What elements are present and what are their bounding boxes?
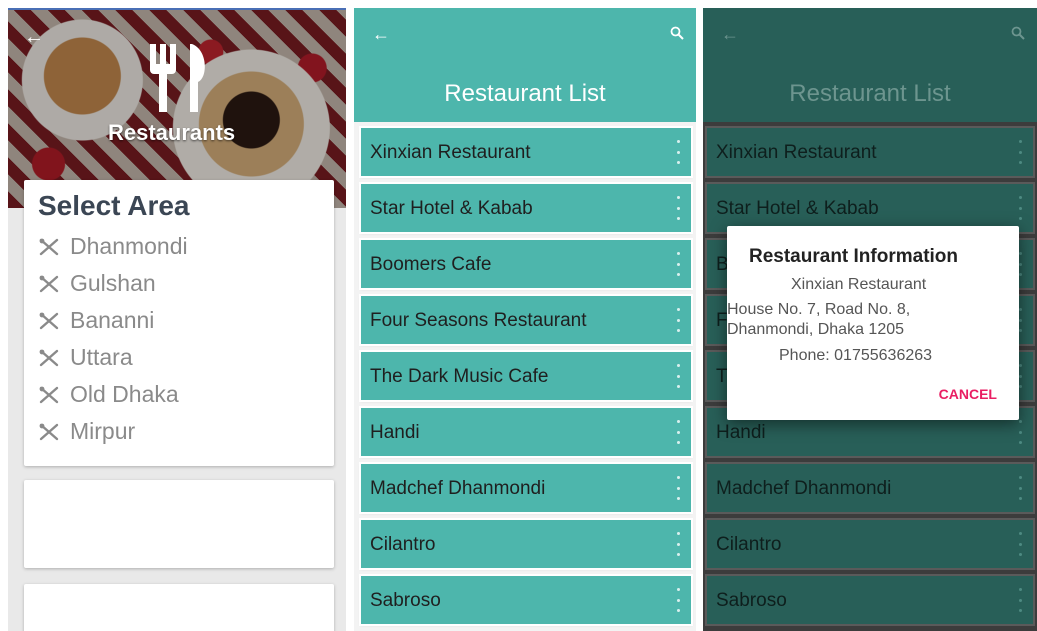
- area-item-uttara[interactable]: Uttara: [38, 339, 320, 376]
- top-divider: [8, 8, 346, 10]
- more-vert-icon: [1019, 588, 1023, 612]
- more-vert-icon: [1019, 532, 1023, 556]
- more-vert-icon[interactable]: [677, 532, 681, 556]
- section-title: Select Area: [38, 190, 190, 221]
- dialog-restaurant-name: Xinxian Restaurant: [791, 276, 927, 293]
- more-vert-icon: [1019, 420, 1023, 444]
- hero-title: Restaurants: [108, 120, 236, 145]
- area-item-dhanmondi[interactable]: Dhanmondi: [38, 228, 320, 265]
- restaurant-name: Handi: [370, 422, 420, 443]
- area-card: Select Area Dhanmondi Gulshan Bananni Ut…: [24, 180, 334, 466]
- utensils-cross-icon: [39, 386, 59, 403]
- more-vert-icon[interactable]: [677, 476, 681, 500]
- restaurant-name: Sabroso: [370, 590, 441, 611]
- more-vert-icon: [1019, 364, 1023, 388]
- area-label: Uttara: [70, 344, 133, 370]
- area-item-gulshan[interactable]: Gulshan: [38, 265, 320, 302]
- list-item: Sabroso: [707, 576, 1033, 624]
- back-arrow-icon: ←: [721, 24, 739, 44]
- list-item: Cilantro: [707, 520, 1033, 568]
- area-label: Bananni: [70, 307, 155, 333]
- restaurant-name-partial: F: [716, 310, 728, 331]
- more-vert-icon[interactable]: [677, 196, 681, 220]
- list-item: Star Hotel & Kabab: [707, 184, 1033, 232]
- restaurant-info-screen: ← Restaurant List Xinxian Restaurant Sta…: [703, 8, 1037, 631]
- page-title: Restaurant List: [789, 80, 951, 107]
- back-arrow-icon[interactable]: ←: [372, 24, 390, 45]
- restaurant-name: Star Hotel & Kabab: [716, 198, 879, 219]
- utensils-cross-icon: [39, 275, 59, 292]
- restaurant-name: The Dark Music Cafe: [370, 366, 549, 387]
- dialog-phone: Phone: 01755636263: [779, 347, 933, 364]
- app-screenshots: ← Restaurants Select Area Dhanmondi Guls…: [0, 0, 1037, 631]
- list-item[interactable]: The Dark Music Cafe: [361, 352, 691, 400]
- more-vert-icon[interactable]: [677, 588, 681, 612]
- empty-card: [24, 584, 334, 631]
- more-vert-icon[interactable]: [677, 308, 681, 332]
- cancel-button[interactable]: CANCEL: [939, 386, 997, 402]
- restaurant-list: Xinxian Restaurant Star Hotel & Kabab Bo…: [361, 128, 691, 631]
- restaurant-name: Star Hotel & Kabab: [370, 198, 533, 219]
- utensils-cross-icon: [39, 238, 59, 255]
- more-vert-icon: [1019, 140, 1023, 164]
- restaurant-name: Boomers Cafe: [370, 254, 492, 275]
- utensils-cross-icon: [39, 423, 59, 440]
- area-label: Dhanmondi: [70, 233, 188, 259]
- dialog-address-line2: Dhanmondi, Dhaka 1205: [727, 321, 905, 338]
- empty-card: [24, 480, 334, 568]
- list-item: Xinxian Restaurant: [707, 128, 1033, 176]
- restaurant-list-screen: ← Restaurant List Xinxian Restaurant Sta…: [354, 8, 696, 631]
- list-item[interactable]: Boomers Cafe: [361, 240, 691, 288]
- utensils-cross-icon: [39, 312, 59, 329]
- app-bar: ← Restaurant List: [354, 8, 696, 122]
- area-label: Mirpur: [70, 418, 136, 444]
- restaurant-name: Handi: [716, 422, 766, 443]
- area-label: Gulshan: [70, 270, 156, 296]
- more-vert-icon[interactable]: [677, 364, 681, 388]
- restaurant-name: Xinxian Restaurant: [716, 142, 877, 163]
- restaurant-name-partial: T: [716, 366, 728, 387]
- restaurant-name: Xinxian Restaurant: [370, 142, 531, 163]
- list-item[interactable]: Star Hotel & Kabab: [361, 184, 691, 232]
- more-vert-icon[interactable]: [677, 420, 681, 444]
- search-icon: [1011, 26, 1025, 45]
- search-icon[interactable]: [670, 26, 684, 45]
- back-arrow-icon[interactable]: ←: [24, 26, 44, 49]
- fork-knife-icon: [148, 44, 210, 117]
- list-item[interactable]: Sabroso: [361, 576, 691, 624]
- list-item[interactable]: Xinxian Restaurant: [361, 128, 691, 176]
- restaurant-name: Four Seasons Restaurant: [370, 310, 587, 331]
- more-vert-icon: [1019, 308, 1023, 332]
- dialog-title: Restaurant Information: [749, 246, 959, 267]
- more-vert-icon[interactable]: [677, 140, 681, 164]
- more-vert-icon: [1019, 196, 1023, 220]
- list-item[interactable]: Four Seasons Restaurant: [361, 296, 691, 344]
- area-item-old-dhaka[interactable]: Old Dhaka: [38, 376, 320, 413]
- restaurant-name: Cilantro: [716, 534, 782, 555]
- restaurant-name: Cilantro: [370, 534, 436, 555]
- select-area-screen: ← Restaurants Select Area Dhanmondi Guls…: [8, 8, 346, 631]
- list-item[interactable]: Madchef Dhanmondi: [361, 464, 691, 512]
- restaurant-name: Sabroso: [716, 590, 787, 611]
- more-vert-icon: [1019, 252, 1023, 276]
- dialog-address-line1: House No. 7, Road No. 8,: [727, 301, 911, 318]
- more-vert-icon[interactable]: [677, 252, 681, 276]
- page-title: Restaurant List: [444, 80, 606, 107]
- restaurant-name: Madchef Dhanmondi: [370, 478, 546, 499]
- list-item[interactable]: Cilantro: [361, 520, 691, 568]
- area-item-mirpur[interactable]: Mirpur: [38, 413, 320, 450]
- more-vert-icon: [1019, 476, 1023, 500]
- area-label: Old Dhaka: [70, 381, 179, 407]
- area-item-bananni[interactable]: Bananni: [38, 302, 320, 339]
- list-item[interactable]: Handi: [361, 408, 691, 456]
- restaurant-name: Madchef Dhanmondi: [716, 478, 892, 499]
- list-item: Madchef Dhanmondi: [707, 464, 1033, 512]
- app-bar: ← Restaurant List: [703, 8, 1037, 122]
- utensils-cross-icon: [39, 349, 59, 366]
- restaurant-info-dialog: Restaurant Information Xinxian Restauran…: [727, 226, 1019, 420]
